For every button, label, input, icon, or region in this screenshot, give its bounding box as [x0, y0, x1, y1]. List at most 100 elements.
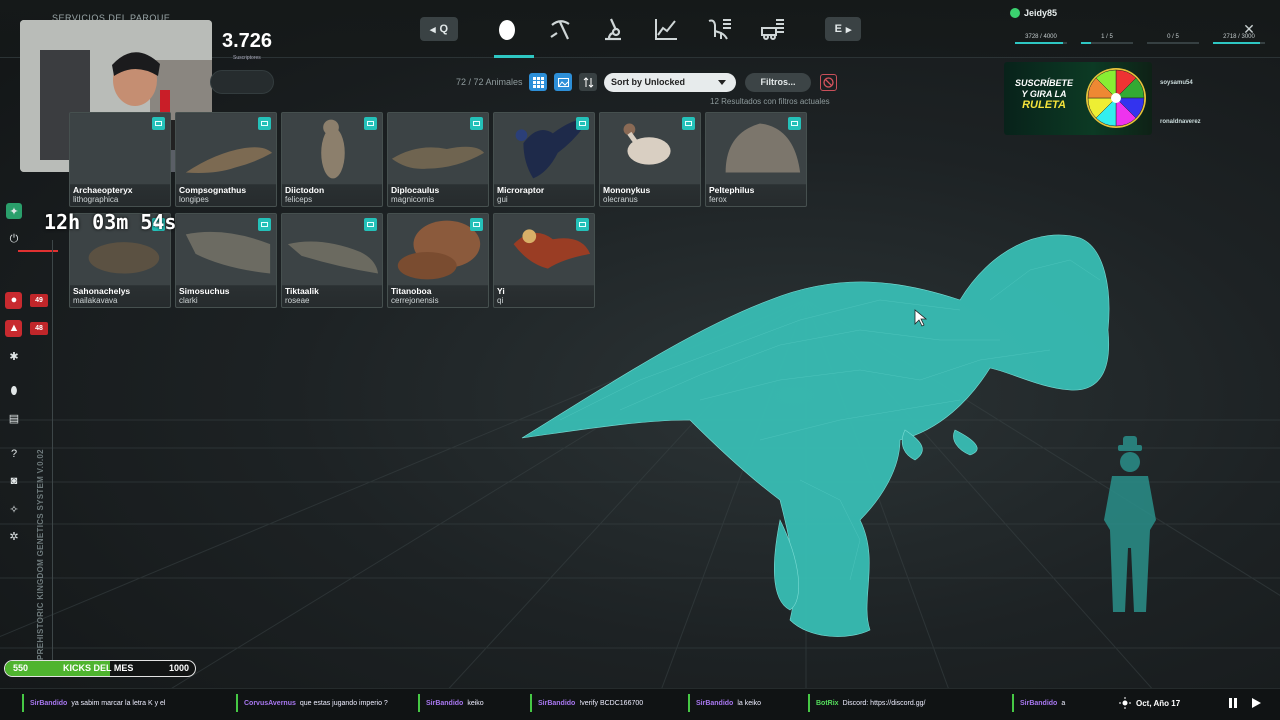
tab-stats[interactable]	[648, 12, 684, 46]
resource-value: 1 / 5	[1101, 34, 1113, 40]
image-icon[interactable]	[152, 117, 165, 130]
tab-lab[interactable]	[595, 12, 631, 46]
path-icon[interactable]: ✧	[6, 501, 22, 517]
play-icon[interactable]	[1250, 697, 1262, 709]
filters-button[interactable]: Filtros...	[745, 73, 811, 92]
kicks-label: KICKS DEL MES	[63, 663, 134, 673]
user-badge[interactable]: Jeidy85	[1010, 8, 1057, 18]
chat-message: SirBandido !verify BCDC166700	[530, 694, 643, 712]
camera-icon[interactable]: ◙	[6, 473, 22, 489]
vehicle-list-icon	[761, 19, 784, 40]
animal-species: cerrejonensis	[391, 296, 439, 305]
animal-name: Yi	[497, 286, 505, 296]
animal-card[interactable]: Tiktaalik roseae	[281, 213, 383, 308]
chat-user: SirBandido	[426, 699, 464, 707]
line-chart-icon	[655, 19, 677, 40]
dinosaur-list-icon	[708, 19, 731, 40]
tab-excavation[interactable]	[542, 12, 578, 46]
tab-species[interactable]	[701, 12, 737, 46]
image-icon[interactable]	[364, 218, 377, 231]
document-icon[interactable]: ▤	[6, 410, 22, 426]
image-icon[interactable]	[258, 218, 271, 231]
egg-icon[interactable]: ⬮	[6, 383, 22, 399]
result-count-label: Resultados con filtros actuales	[721, 97, 830, 106]
animal-card[interactable]: Titanoboa cerrejonensis	[387, 213, 489, 308]
chat-user: CorvusAvernus	[244, 699, 296, 707]
image-icon[interactable]	[682, 117, 695, 130]
warnings-badge: 48	[30, 322, 48, 335]
sidebar-divider	[52, 240, 53, 660]
user-name: Jeidy85	[1024, 8, 1058, 18]
animal-card[interactable]: Diplocaulus magnicornis	[387, 112, 489, 207]
roulette-wheel-icon	[1086, 68, 1146, 128]
animal-name: Tiktaalik	[285, 286, 319, 296]
prev-key-label: Q	[439, 23, 449, 35]
promo-line-3: RULETA	[1022, 99, 1066, 111]
image-icon[interactable]	[258, 117, 271, 130]
animal-card[interactable]: Compsognathus longipes	[175, 112, 277, 207]
image-icon[interactable]	[788, 117, 801, 130]
chat-message: BotRix Discord: https://discord.gg/	[808, 694, 925, 712]
grid-view-button[interactable]	[529, 73, 547, 91]
prev-tab-button[interactable]: ◂ Q	[420, 17, 458, 41]
user-status-icon	[1010, 8, 1020, 18]
image-icon[interactable]	[364, 117, 377, 130]
animal-card[interactable]: Simosuchus clarki	[175, 213, 277, 308]
next-key-label: E	[834, 23, 842, 35]
image-icon[interactable]	[470, 218, 483, 231]
chat-text: !verify BCDC166700	[579, 699, 644, 707]
subscriber-label: Suscriptores	[233, 55, 261, 61]
pause-icon[interactable]	[1227, 697, 1239, 709]
kicks-goal: 1000	[168, 663, 189, 673]
resource-scientists: 0 / 5	[1147, 34, 1199, 44]
image-view-button[interactable]	[554, 73, 572, 91]
animal-card[interactable]: Archaeopteryx lithographica	[69, 112, 171, 207]
animal-card[interactable]: Microraptor gui	[493, 112, 595, 207]
image-icon[interactable]	[576, 218, 589, 231]
chat-user: SirBandido	[30, 699, 68, 707]
animal-name: Titanoboa	[391, 286, 432, 296]
close-icon[interactable]: ✕	[1241, 22, 1257, 38]
help-icon[interactable]: ?	[6, 446, 22, 462]
result-count: 12 Resultados con filtros actuales	[710, 97, 830, 106]
animal-species: feliceps	[285, 195, 313, 204]
animal-name: Microraptor	[497, 185, 545, 195]
gear-icon[interactable]: ✲	[6, 528, 22, 544]
clear-filters-button[interactable]	[820, 74, 837, 91]
sort-order-button[interactable]	[579, 73, 597, 91]
animal-card[interactable]: Yi qi	[493, 213, 595, 308]
animal-name: Diplocaulus	[391, 185, 440, 195]
chat-user: SirBandido	[538, 699, 576, 707]
chat-text: que estas jugando imperio ?	[299, 699, 388, 707]
bell-icon: ●	[10, 294, 18, 306]
animal-species: roseae	[285, 296, 310, 305]
search-input[interactable]	[210, 70, 274, 94]
settings-gear-icon[interactable]: ✱	[6, 348, 22, 364]
egg-icon	[499, 20, 515, 40]
image-icon[interactable]	[470, 117, 483, 130]
chat-user: SirBandido	[696, 699, 734, 707]
active-tab-indicator	[494, 55, 534, 58]
sort-dropdown[interactable]: Sort by Unlocked	[604, 73, 736, 92]
animal-card[interactable]: Mononykus olecranus	[599, 112, 701, 207]
chat-message: SirBandido keiko	[418, 694, 484, 712]
tab-vehicles[interactable]	[754, 12, 790, 46]
chat-text: la keiko	[737, 699, 762, 707]
chat-message: SirBandido ya sabim marcar la letra K y …	[22, 694, 166, 712]
image-icon[interactable]	[576, 117, 589, 130]
guests-icon[interactable]: ✦	[6, 203, 22, 219]
chat-text: Discord: https://discord.gg/	[842, 699, 926, 707]
tab-genome[interactable]	[489, 12, 525, 46]
resource-value: 3728 / 4000	[1025, 34, 1057, 40]
chat-text: a	[1061, 699, 1066, 707]
kicks-progress-bar: 550 KICKS DEL MES 1000	[4, 660, 196, 677]
animal-card[interactable]: Diictodon feliceps	[281, 112, 383, 207]
animal-species: ferox	[709, 195, 727, 204]
pickaxe-icon	[550, 20, 570, 40]
resource-value: 0 / 5	[1167, 34, 1179, 40]
viewer-item: soysamu54	[1160, 80, 1193, 86]
next-tab-button[interactable]: E ▸	[825, 17, 861, 41]
no-filter-icon	[823, 77, 834, 88]
power-icon[interactable]: ⏻	[6, 231, 22, 247]
animal-card[interactable]: Peltephilus ferox	[705, 112, 807, 207]
